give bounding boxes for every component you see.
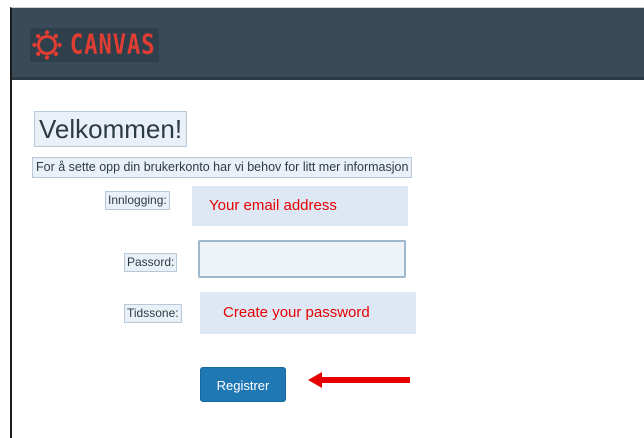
login-label: Innlogging:	[105, 191, 170, 210]
canvas-logo-icon	[32, 30, 62, 60]
logo-text: CANVAS	[70, 29, 156, 61]
login-field[interactable]: Your email address	[192, 186, 408, 226]
register-button[interactable]: Registrer	[200, 367, 286, 402]
left-arrow-icon	[308, 372, 410, 393]
timezone-overlay-text: Create your password	[223, 304, 370, 321]
page-title: Velkommen!	[34, 111, 188, 147]
timezone-field[interactable]: Create your password	[200, 292, 416, 334]
page-subtitle: For å sette opp din brukerkonto har vi b…	[32, 157, 413, 178]
canvas-logo[interactable]: CANVAS	[30, 28, 160, 62]
top-header-bar: CANVAS	[12, 8, 644, 80]
password-input[interactable]	[198, 240, 406, 278]
timezone-label: Tidssone:	[124, 304, 182, 323]
app-window: CANVAS Velkommen! For å sette opp din br…	[10, 7, 644, 438]
password-label: Passord:	[124, 253, 178, 272]
login-overlay-text: Your email address	[209, 197, 337, 214]
